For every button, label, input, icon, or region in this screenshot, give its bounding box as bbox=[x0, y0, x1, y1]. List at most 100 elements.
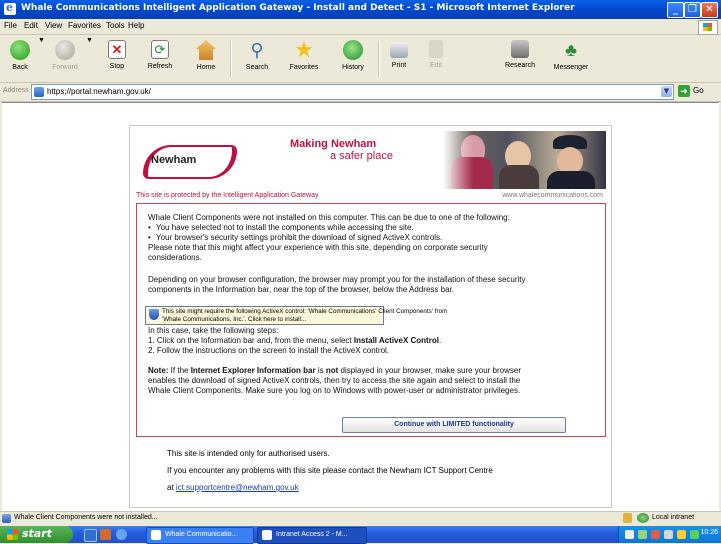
browser-viewport: Newham Making Newham a safer place This … bbox=[2, 102, 719, 512]
footer-line-2: If you encounter any problems with this … bbox=[167, 466, 493, 475]
refresh-icon bbox=[151, 40, 169, 59]
home-label: Home bbox=[196, 64, 216, 71]
gateway-panel: Newham Making Newham a safer place This … bbox=[129, 125, 612, 508]
research-label: Research bbox=[505, 62, 535, 69]
page-icon bbox=[34, 87, 44, 97]
status-bar: Whale Client Components were not install… bbox=[0, 511, 721, 526]
menu-view[interactable]: View bbox=[45, 21, 62, 30]
home-button[interactable]: Home bbox=[191, 37, 221, 79]
intro-text: Whale Client Components were not install… bbox=[148, 213, 510, 222]
footer-line-3: at ict.supportcentre@newham.gov.uk bbox=[167, 483, 299, 492]
address-dropdown-icon[interactable]: ▼ bbox=[661, 86, 672, 97]
messenger-buddy-icon: ♣ bbox=[565, 40, 577, 60]
protected-notice: This site is protected by the Intelligen… bbox=[136, 192, 319, 199]
address-input[interactable]: https://portal.newham.gov.uk/ ▼ bbox=[31, 84, 674, 100]
tray-messenger-icon[interactable] bbox=[690, 530, 699, 539]
menu-help[interactable]: Help bbox=[128, 21, 144, 30]
favorites-button[interactable]: ★ Favorites bbox=[282, 37, 326, 79]
message-box: Whale Client Components were not install… bbox=[136, 203, 606, 437]
shield-icon bbox=[149, 309, 159, 320]
address-bar: Address https://portal.newham.gov.uk/ ▼ … bbox=[0, 83, 721, 102]
print-button[interactable]: Print bbox=[386, 37, 412, 79]
edit-button[interactable]: Edit bbox=[426, 37, 446, 79]
step-1: 1. Click on the Information bar and, fro… bbox=[148, 336, 442, 345]
print-label: Print bbox=[391, 62, 407, 69]
forward-button[interactable]: Forward bbox=[48, 37, 82, 79]
support-email-link[interactable]: ict.supportcentre@newham.gov.uk bbox=[176, 483, 299, 492]
title-bar[interactable]: Whale Communications Intelligent Applica… bbox=[0, 0, 721, 19]
menu-tools[interactable]: Tools bbox=[106, 21, 125, 30]
tray-antivirus-icon[interactable] bbox=[638, 530, 647, 539]
note-paragraph-line-2: enables the download of signed ActiveX c… bbox=[148, 376, 521, 385]
note-paragraph-line-3: Whale Client Components. Make sure you l… bbox=[148, 386, 521, 395]
minimize-button[interactable]: _ bbox=[667, 2, 684, 18]
messenger-button[interactable]: ♣ Messenger bbox=[547, 37, 595, 79]
system-tray: 10:26 bbox=[618, 526, 721, 543]
edit-label: Edit bbox=[429, 62, 443, 69]
status-text: Whale Client Components were not install… bbox=[14, 514, 158, 521]
close-button[interactable]: ✕ bbox=[701, 2, 718, 18]
go-label: Go bbox=[693, 86, 704, 95]
taskbar: start Whale Communicatio... Intranet Acc… bbox=[0, 526, 721, 544]
standard-toolbar: Back ▼ Forward ▼ Stop Refresh Home ⚲ Sea… bbox=[0, 35, 721, 83]
menu-edit[interactable]: Edit bbox=[24, 21, 38, 30]
information-bar-sample: This site might require the following Ac… bbox=[145, 306, 447, 325]
header-photo bbox=[443, 131, 606, 189]
search-label: Search bbox=[245, 64, 269, 71]
refresh-button[interactable]: Refresh bbox=[141, 37, 179, 79]
refresh-label: Refresh bbox=[147, 63, 173, 70]
bullet-item: You have selected not to install the com… bbox=[156, 223, 606, 233]
ie-task-icon bbox=[151, 530, 161, 540]
vendor-url: www.whalecommunications.com bbox=[502, 192, 603, 199]
infobar-line-1: This site might require the following Ac… bbox=[162, 308, 448, 315]
go-button[interactable]: ➜ Go bbox=[676, 84, 718, 99]
quicklaunch-media-icon[interactable] bbox=[100, 529, 111, 540]
depending-line-2: components in the Information bar, near … bbox=[148, 285, 454, 294]
lock-icon[interactable] bbox=[623, 513, 632, 523]
clock[interactable]: 10:26 bbox=[700, 529, 718, 536]
logo-text: Newham bbox=[151, 154, 197, 166]
footer-at-text: at bbox=[167, 483, 176, 492]
back-dropdown-icon[interactable]: ▼ bbox=[38, 37, 45, 79]
search-button[interactable]: ⚲ Search bbox=[240, 37, 274, 79]
history-button[interactable]: History bbox=[336, 37, 370, 79]
taskbar-item-intranet[interactable]: Intranet Access 2 - M... bbox=[257, 527, 367, 544]
back-button[interactable]: Back bbox=[6, 37, 34, 79]
tray-volume-icon[interactable] bbox=[664, 530, 673, 539]
forward-dropdown-icon[interactable]: ▼ bbox=[86, 37, 93, 79]
stop-icon bbox=[108, 40, 126, 59]
tray-security-icon[interactable] bbox=[677, 530, 686, 539]
address-url[interactable]: https://portal.newham.gov.uk/ bbox=[47, 87, 151, 96]
search-icon: ⚲ bbox=[250, 40, 264, 60]
depending-line-1: Depending on your browser configuration,… bbox=[148, 275, 526, 284]
ie-app-icon[interactable] bbox=[4, 1, 16, 15]
forward-label: Forward bbox=[52, 64, 78, 71]
taskbar-item-whale[interactable]: Whale Communicatio... bbox=[146, 527, 254, 544]
zone-text: Local intranet bbox=[652, 514, 695, 521]
step-2: 2. Follow the instructions on the screen… bbox=[148, 346, 390, 355]
toolbar-separator bbox=[230, 41, 232, 77]
go-arrow-icon: ➜ bbox=[678, 85, 690, 97]
continue-limited-button[interactable]: Continue with LIMITED functionality bbox=[342, 417, 566, 433]
back-label: Back bbox=[12, 64, 28, 71]
maximize-button[interactable]: ❐ bbox=[684, 2, 701, 18]
printer-icon bbox=[390, 42, 408, 58]
address-label: Address bbox=[3, 87, 29, 94]
start-button[interactable]: start bbox=[0, 526, 73, 543]
tagline-line-2: a safer place bbox=[330, 150, 393, 162]
research-button[interactable]: Research bbox=[500, 37, 540, 79]
note-line-2: considerations. bbox=[148, 253, 202, 262]
menu-favorites[interactable]: Favorites bbox=[68, 21, 101, 30]
stop-button[interactable]: Stop bbox=[104, 37, 130, 79]
home-icon bbox=[196, 40, 216, 60]
local-intranet-icon[interactable] bbox=[637, 513, 649, 523]
newham-logo[interactable]: Newham bbox=[141, 143, 237, 179]
quicklaunch-ie-icon[interactable] bbox=[116, 529, 127, 540]
window-title: Whale Communications Intelligent Applica… bbox=[21, 3, 575, 13]
messenger-label: Messenger bbox=[553, 64, 589, 71]
task-label: Intranet Access 2 - M... bbox=[276, 531, 348, 538]
tray-network-icon[interactable] bbox=[625, 530, 634, 539]
tray-alert-icon[interactable] bbox=[651, 530, 660, 539]
menu-file[interactable]: File bbox=[4, 21, 17, 30]
quicklaunch-desktop-icon[interactable] bbox=[84, 529, 97, 542]
